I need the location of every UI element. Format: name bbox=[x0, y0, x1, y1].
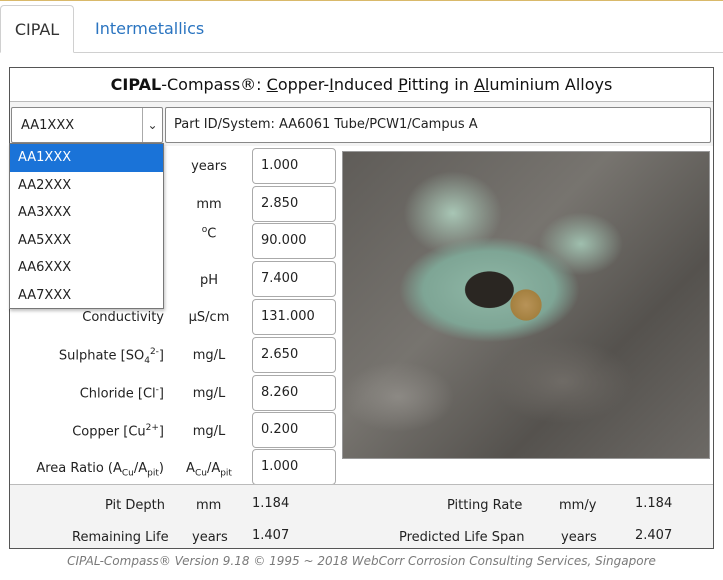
chevron-down-icon[interactable]: ⌄ bbox=[142, 108, 162, 142]
chloride-input[interactable]: 8.260 bbox=[252, 375, 336, 411]
predicted-life-unit: years bbox=[561, 530, 597, 545]
conductivity-input[interactable]: 131.000 bbox=[252, 299, 336, 335]
copper-input[interactable]: 0.200 bbox=[252, 412, 336, 448]
alloy-select[interactable]: AA1XXX ⌄ bbox=[11, 107, 163, 143]
page-title: CIPAL-Compass®: Copper-Induced Pitting i… bbox=[10, 68, 713, 102]
pitting-rate-unit: mm/y bbox=[559, 498, 597, 513]
ph-input[interactable]: 7.400 bbox=[252, 261, 336, 297]
results-panel: Pit Depth mm 1.184 Pitting Rate mm/y 1.1… bbox=[10, 484, 713, 548]
tab-cipal[interactable]: CIPAL bbox=[0, 5, 74, 53]
area-ratio-label: Area Ratio (ACu/Apit) bbox=[36, 461, 164, 479]
pitting-rate-value: 1.184 bbox=[635, 496, 673, 511]
area-ratio-input[interactable]: 1.000 bbox=[252, 449, 336, 485]
predicted-life-label: Predicted Life Span bbox=[399, 530, 525, 545]
thickness-input[interactable]: 2.850 bbox=[252, 186, 336, 222]
copper-label: Copper [Cu2+] bbox=[72, 423, 164, 440]
alloy-select-value: AA1XXX bbox=[21, 118, 75, 133]
temperature-unit: oC bbox=[201, 225, 217, 242]
dropdown-option-aa3xxx[interactable]: AA3XXX bbox=[10, 199, 163, 227]
part-id-field[interactable]: Part ID/System: AA6061 Tube/PCW1/Campus … bbox=[165, 107, 711, 143]
pit-depth-unit: mm bbox=[196, 498, 222, 513]
remaining-life-label: Remaining Life bbox=[72, 530, 169, 545]
dropdown-option-aa5xxx[interactable]: AA5XXX bbox=[10, 227, 163, 255]
footer-text: CIPAL-Compass® Version 9.18 © 1995 ~ 201… bbox=[67, 554, 656, 568]
predicted-life-value: 2.407 bbox=[635, 528, 673, 543]
thickness-unit: mm bbox=[196, 197, 222, 212]
tab-bar: CIPAL Intermetallics bbox=[0, 0, 723, 53]
conductivity-label: Conductivity bbox=[82, 310, 164, 325]
dropdown-option-aa6xxx[interactable]: AA6XXX bbox=[10, 254, 163, 282]
tab-intermetallics[interactable]: Intermetallics bbox=[83, 5, 216, 53]
conductivity-unit: µS/cm bbox=[188, 310, 230, 325]
remaining-life-value: 1.407 bbox=[252, 528, 290, 543]
pitting-rate-label: Pitting Rate bbox=[447, 498, 523, 513]
copper-unit: mg/L bbox=[192, 424, 226, 439]
dropdown-option-aa2xxx[interactable]: AA2XXX bbox=[10, 172, 163, 200]
corrosion-photo bbox=[342, 151, 710, 459]
dropdown-option-aa7xxx[interactable]: AA7XXX bbox=[10, 282, 163, 310]
area-ratio-unit: ACu/Apit bbox=[186, 461, 232, 479]
time-unit: years bbox=[191, 159, 227, 174]
sulphate-unit: mg/L bbox=[192, 348, 226, 363]
pit-depth-label: Pit Depth bbox=[105, 498, 165, 513]
temperature-input[interactable]: 90.000 bbox=[252, 223, 336, 259]
alloy-dropdown-list: AA1XXX AA2XXX AA3XXX AA5XXX AA6XXX AA7XX… bbox=[9, 143, 164, 309]
remaining-life-unit: years bbox=[192, 530, 228, 545]
sulphate-label: Sulphate [SO42-] bbox=[58, 347, 164, 366]
chloride-unit: mg/L bbox=[192, 386, 226, 401]
ph-unit: pH bbox=[199, 273, 219, 288]
pit-depth-value: 1.184 bbox=[252, 496, 290, 511]
time-input[interactable]: 1.000 bbox=[252, 148, 336, 184]
chloride-label: Chloride [Cl-] bbox=[79, 385, 164, 402]
dropdown-option-aa1xxx[interactable]: AA1XXX bbox=[10, 144, 163, 172]
sulphate-input[interactable]: 2.650 bbox=[252, 337, 336, 373]
